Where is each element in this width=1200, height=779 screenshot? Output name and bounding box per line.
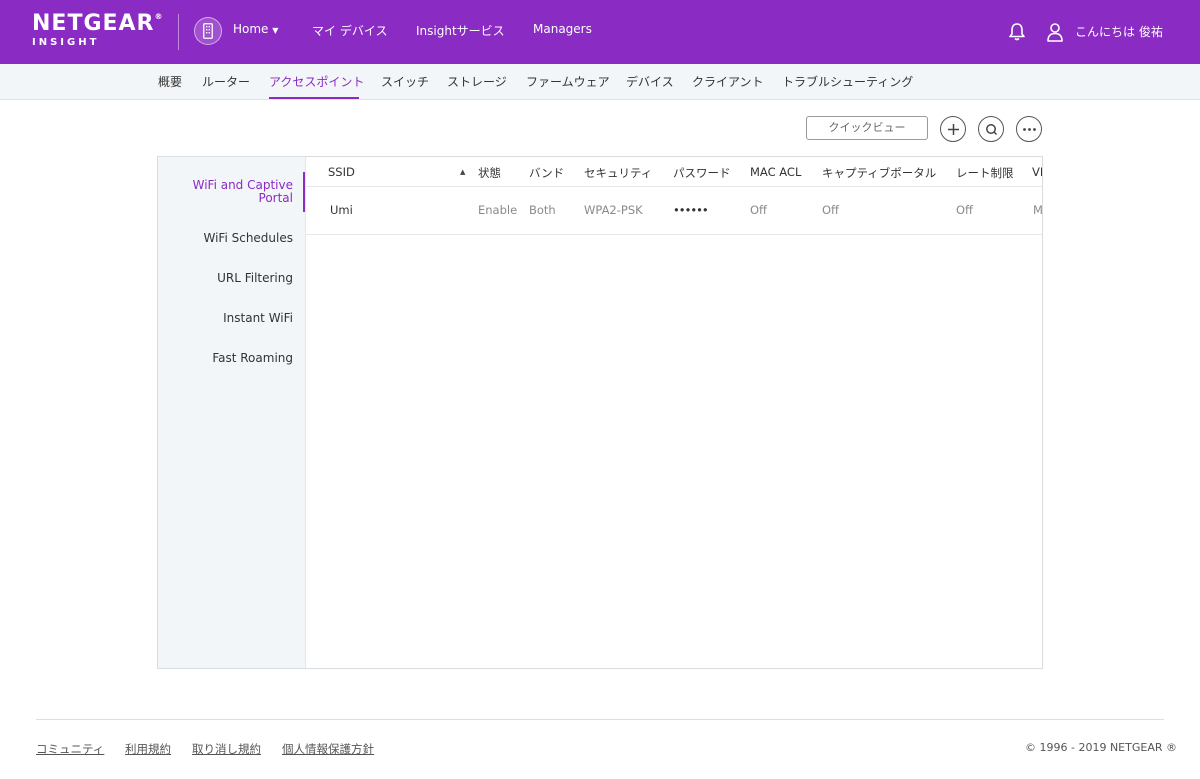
tab-devices[interactable]: デバイス	[626, 73, 674, 90]
tab-switch[interactable]: スイッチ	[381, 73, 429, 90]
column-header-rate-limit[interactable]: レート制限	[956, 165, 1014, 181]
netgear-insight-logo[interactable]: NETGEAR® INSIGHT	[32, 13, 164, 48]
tab-overview[interactable]: 概要	[158, 73, 182, 90]
logo-registered-mark: ®	[154, 12, 164, 21]
cell-status: Enable	[478, 203, 518, 217]
cell-mac-acl: Off	[750, 203, 767, 217]
footer-link-community[interactable]: コミュニティ	[36, 741, 104, 757]
column-header-band[interactable]: バンド	[529, 165, 564, 181]
nav-my-devices[interactable]: マイ デバイス	[312, 22, 387, 39]
column-header-status[interactable]: 状態	[478, 165, 501, 181]
nav-insight-services[interactable]: Insightサービス	[416, 22, 505, 39]
more-icon[interactable]	[1016, 116, 1042, 142]
sidebar-item-label: Portal	[258, 191, 293, 205]
cell-security: WPA2-PSK	[584, 203, 643, 217]
plus-icon[interactable]	[940, 116, 966, 142]
sidebar-item-url-filtering[interactable]: URL Filtering	[217, 272, 293, 285]
table-row-divider	[306, 234, 1042, 235]
table-header-divider	[306, 186, 1042, 187]
home-label: Home	[233, 22, 269, 36]
footer-divider	[36, 719, 1164, 720]
cell-vlan: M	[1033, 203, 1042, 217]
top-bar: NETGEAR® INSIGHT Home ▼ マイ デバイス Insightサ…	[0, 0, 1200, 64]
footer-link-terms[interactable]: 利用規約	[125, 741, 171, 757]
bell-icon[interactable]	[1008, 22, 1026, 46]
tab-access-point[interactable]: アクセスポイント	[269, 73, 364, 90]
caret-down-icon: ▼	[272, 26, 279, 35]
user-greeting[interactable]: こんにちは 俊祐	[1075, 23, 1163, 40]
sidebar-item-fast-roaming[interactable]: Fast Roaming	[212, 352, 293, 365]
ssid-table: SSID ▲ 状態 バンド セキュリティ パスワード MAC ACL キャプティ…	[306, 157, 1042, 668]
sidebar-item-wifi-captive-portal[interactable]: WiFi and Captive Portal	[193, 179, 293, 205]
sidebar-item-instant-wifi[interactable]: Instant WiFi	[223, 312, 293, 325]
column-header-security[interactable]: セキュリティ	[584, 165, 652, 181]
tab-clients[interactable]: クライアント	[692, 73, 764, 90]
sidebar-active-indicator	[303, 172, 305, 212]
footer-link-privacy-policy[interactable]: 個人情報保護方針	[282, 741, 374, 757]
logo-subtext: INSIGHT	[32, 37, 100, 48]
column-header-ssid[interactable]: SSID	[328, 165, 355, 179]
sidebar-item-label: WiFi and Captive	[192, 178, 293, 192]
user-icon[interactable]	[1046, 22, 1064, 46]
sort-asc-icon[interactable]: ▲	[460, 168, 465, 176]
active-tab-indicator	[269, 97, 359, 99]
sub-navigation: 概要 ルーター アクセスポイント スイッチ ストレージ ファームウェア デバイス…	[0, 64, 1200, 100]
cell-band: Both	[529, 203, 556, 217]
tab-router[interactable]: ルーター	[202, 73, 250, 90]
content-panel: WiFi and Captive Portal WiFi Schedules U…	[157, 156, 1043, 669]
tab-storage[interactable]: ストレージ	[447, 73, 507, 90]
copyright-text: © 1996 - 2019 NETGEAR ®	[1025, 741, 1177, 754]
building-icon[interactable]	[194, 17, 222, 45]
settings-sidebar: WiFi and Captive Portal WiFi Schedules U…	[158, 157, 306, 668]
sidebar-item-wifi-schedules[interactable]: WiFi Schedules	[203, 232, 293, 245]
column-header-captive-portal[interactable]: キャプティブポータル	[822, 165, 936, 181]
quick-view-button[interactable]: クイックビュー	[806, 116, 928, 140]
logo-text: NETGEAR	[32, 11, 155, 36]
tab-troubleshooting[interactable]: トラブルシューティング	[782, 73, 913, 90]
cell-ssid: Umi	[330, 203, 353, 217]
cell-password: ••••••	[673, 203, 709, 217]
tab-firmware[interactable]: ファームウェア	[526, 73, 610, 90]
column-header-password[interactable]: パスワード	[673, 165, 731, 181]
search-icon[interactable]	[978, 116, 1004, 142]
header-divider	[178, 14, 179, 50]
home-dropdown[interactable]: Home ▼	[233, 22, 278, 36]
cell-rate-limit: Off	[956, 203, 973, 217]
nav-managers[interactable]: Managers	[533, 22, 592, 36]
column-header-vlan[interactable]: VL	[1032, 165, 1042, 179]
footer-link-cancellation-policy[interactable]: 取り消し規約	[192, 741, 261, 757]
cell-captive-portal: Off	[822, 203, 839, 217]
column-header-mac-acl[interactable]: MAC ACL	[750, 165, 801, 179]
